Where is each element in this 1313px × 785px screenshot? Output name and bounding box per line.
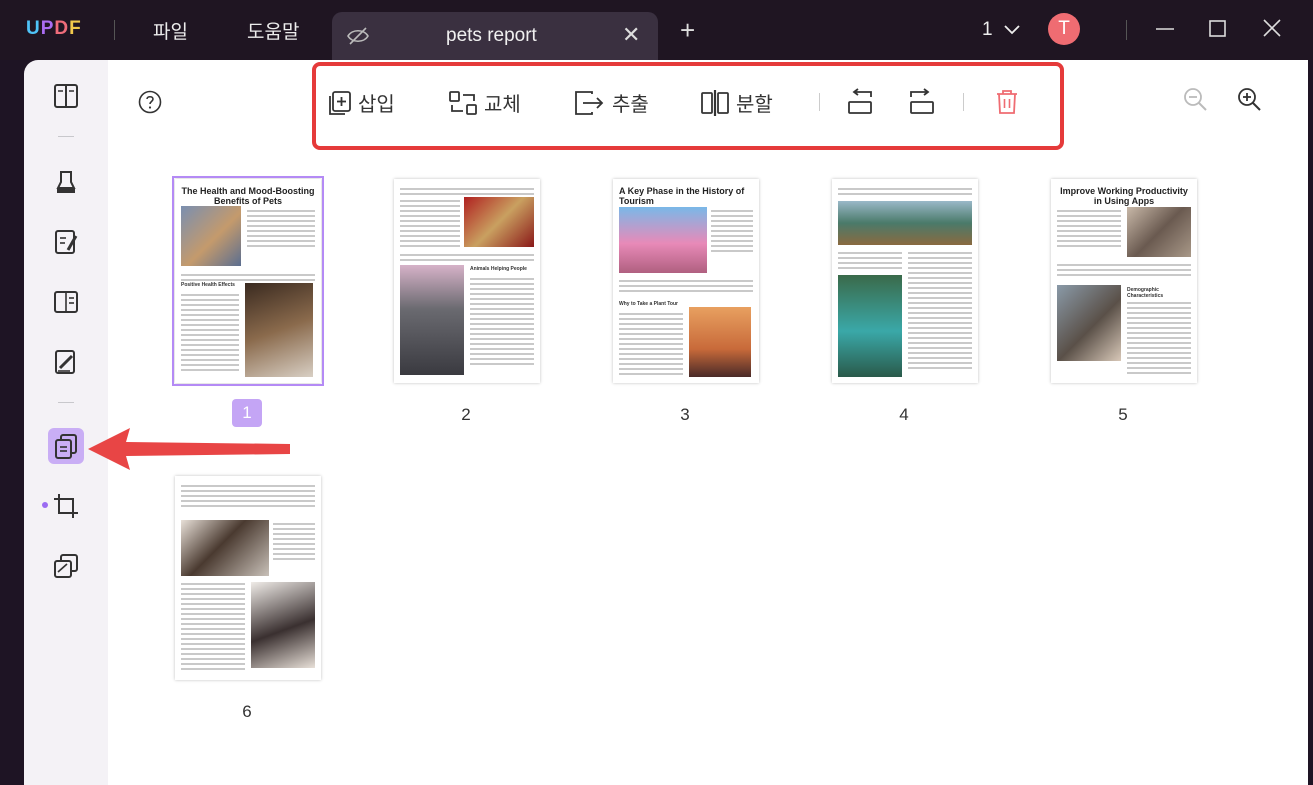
crop-icon (54, 494, 78, 518)
delete-page-button[interactable] (994, 88, 1020, 116)
add-tab-button[interactable]: + (680, 17, 695, 43)
rotate-right-button[interactable] (907, 88, 937, 116)
page-thumbnail-4[interactable] (832, 179, 978, 383)
replace-page-icon (449, 90, 477, 115)
menu-file[interactable]: 파일 (153, 17, 188, 44)
page-thumbnail-6[interactable] (175, 476, 321, 680)
sidebar-organize-pages-button[interactable] (48, 428, 84, 464)
trash-icon (997, 90, 1017, 114)
replace-label: 교체 (484, 92, 521, 116)
zoom-in-button[interactable] (1236, 86, 1262, 117)
page-thumbnail-2[interactable]: Animals Helping People (394, 179, 540, 383)
replace-page-button[interactable]: 교체 (448, 88, 521, 117)
tab-title: pets report (446, 25, 537, 46)
havana-car-photo (619, 207, 707, 273)
sidebar-separator (58, 402, 74, 403)
page-thumbnail-5[interactable]: Improve Working Productivity in Using Ap… (1051, 179, 1197, 383)
page-thumbnail-1[interactable]: The Health and Mood-Boosting Benefits of… (172, 176, 324, 386)
thumbnail-heading: Why to Take a Plant Tour (619, 301, 678, 307)
thumbnail-heading: Positive Health Effects (181, 282, 235, 288)
split-page-button[interactable]: 분할 (700, 88, 773, 117)
highlighter-icon (56, 171, 76, 193)
zoom-out-icon (1184, 88, 1207, 111)
user-avatar[interactable]: T (1048, 13, 1080, 45)
page-number-2: 2 (461, 405, 471, 424)
menu-help[interactable]: 도움말 (247, 17, 299, 44)
eiffel-tower-photo (689, 307, 751, 377)
title-bar: UPDF 파일 도움말 pets report ✕ + 1 T (0, 0, 1313, 60)
tab-close-button[interactable]: ✕ (622, 22, 640, 48)
sidebar-reader-button[interactable] (48, 78, 84, 114)
extract-page-icon (575, 90, 604, 115)
extract-page-button[interactable]: 추출 (574, 88, 649, 117)
layers-icon (54, 554, 78, 578)
lagoon-photo (838, 275, 902, 377)
sidebar-sign-button[interactable] (48, 344, 84, 380)
edit-document-icon (55, 230, 78, 254)
thumbnail-title: A Key Phase in the History of Tourism (619, 186, 745, 206)
sidebar-comment-button[interactable] (48, 164, 84, 200)
document-tab[interactable]: pets report ✕ (332, 12, 658, 60)
close-icon (1263, 19, 1281, 37)
cat-photo (181, 206, 241, 266)
title-separator (114, 20, 115, 40)
left-sidebar (24, 60, 108, 785)
cat-flowers-photo (400, 265, 464, 375)
eye-off-icon[interactable] (346, 25, 370, 52)
sidebar-form-button[interactable] (48, 284, 84, 320)
title-separator (1126, 20, 1127, 40)
form-icon (54, 291, 78, 313)
woman-writing-photo (251, 582, 315, 668)
minimize-button[interactable] (1153, 16, 1177, 40)
page-number-5: 5 (1118, 405, 1128, 424)
maximize-icon (1209, 20, 1226, 37)
toolbar-separator (819, 93, 820, 111)
organize-pages-icon (55, 434, 77, 459)
page-dropdown[interactable]: 1 (982, 19, 1020, 41)
office-meeting-photo (1127, 207, 1191, 257)
page-number-1: 1 (232, 399, 262, 427)
thumbnail-heading: Demographic Characteristics (1127, 287, 1164, 299)
sign-document-icon (55, 350, 75, 374)
page-thumbnail-3[interactable]: A Key Phase in the History of Tourism Wh… (613, 179, 759, 383)
chevron-down-icon (1004, 25, 1020, 35)
rotate-left-button[interactable] (845, 88, 875, 116)
sidebar-crop-button[interactable] (48, 488, 84, 524)
page-number-6: 6 (242, 702, 252, 721)
zoom-in-icon (1238, 88, 1261, 111)
thumbnail-heading: Animals Helping People (470, 266, 527, 272)
lake-boat-photo (838, 201, 972, 245)
insert-label: 삽입 (358, 92, 395, 116)
sidebar-edit-button[interactable] (48, 224, 84, 260)
book-icon (54, 84, 78, 108)
rotate-left-icon (848, 88, 872, 114)
maximize-button[interactable] (1206, 16, 1230, 40)
extract-label: 추출 (612, 92, 649, 116)
insert-page-icon (329, 90, 351, 115)
updf-logo[interactable]: UPDF (26, 18, 82, 40)
close-window-button[interactable] (1260, 16, 1284, 40)
minimize-icon (1156, 28, 1174, 30)
organize-pages-panel: 삽입 교체 추출 분할 The Health and Mood-Boosting… (108, 60, 1308, 785)
split-page-icon (701, 89, 729, 116)
sidebar-layers-button[interactable] (48, 548, 84, 584)
help-button[interactable] (138, 90, 162, 119)
split-label: 분할 (736, 92, 773, 116)
office-workers-photo (1057, 285, 1121, 361)
page-number-3: 3 (680, 405, 690, 424)
sidebar-separator (58, 136, 74, 137)
zoom-out-button[interactable] (1182, 86, 1208, 117)
thumbnail-title: Improve Working Productivity in Using Ap… (1060, 186, 1188, 206)
page-toolbar-highlight (312, 62, 1064, 150)
page-number-4: 4 (899, 405, 909, 424)
red-arrow-annotation (88, 428, 290, 470)
rotate-right-icon (910, 88, 934, 114)
toolbar-separator (963, 93, 964, 111)
question-icon (138, 90, 162, 114)
dog-costume-photo (464, 197, 534, 247)
dog-cat-photo (245, 283, 313, 377)
insert-page-button[interactable]: 삽입 (326, 88, 395, 117)
woman-laptop-photo (181, 520, 269, 576)
